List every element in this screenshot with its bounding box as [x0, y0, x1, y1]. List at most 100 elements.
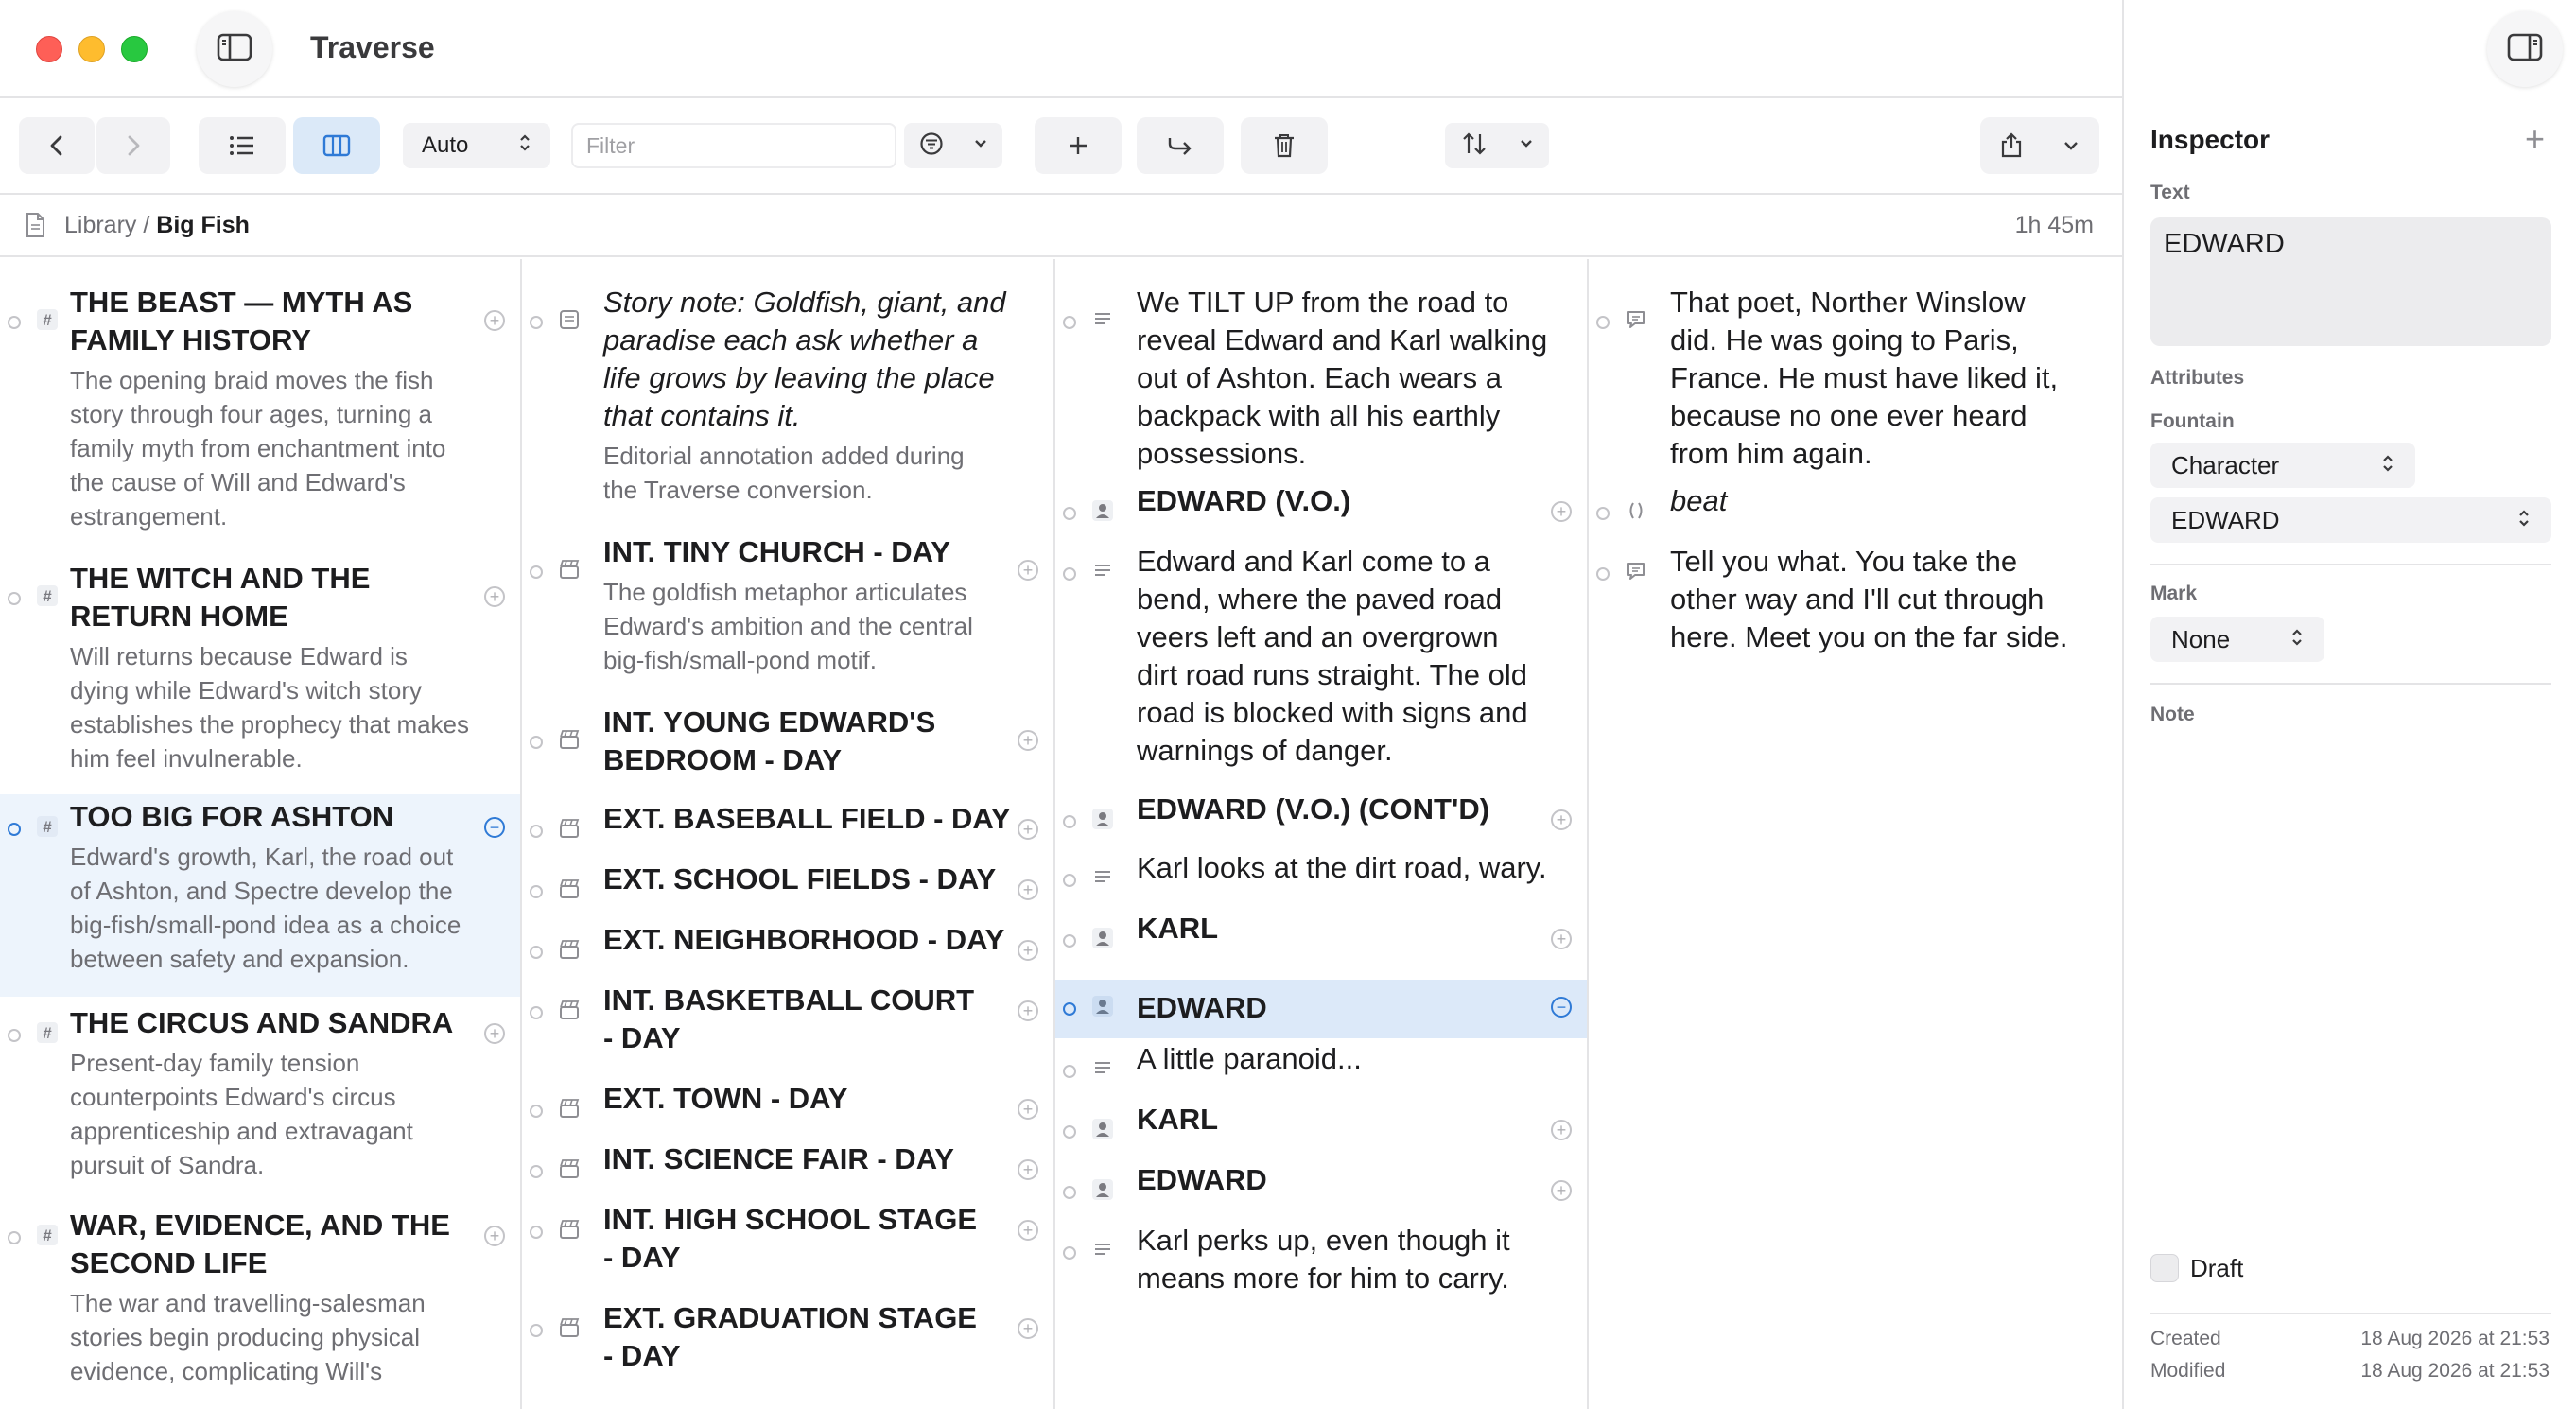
action-row[interactable]: Edward and Karl come to a bend, where th…	[1055, 545, 1587, 785]
status-circle[interactable]	[1063, 815, 1076, 828]
scene-row[interactable]: INT. BASKETBALL COURT - DAY +	[522, 983, 1053, 1080]
scene-row[interactable]: INT. TINY CHURCH - DAY The goldfish meta…	[522, 531, 1053, 683]
status-circle[interactable]	[1063, 507, 1076, 520]
status-circle[interactable]	[530, 1006, 543, 1019]
auto-select[interactable]: Auto	[403, 123, 550, 168]
scene-row[interactable]: EXT. NEIGHBORHOOD - DAY +	[522, 923, 1053, 982]
section-row[interactable]: # WAR, EVIDENCE, AND THE SECOND LIFE The…	[0, 1209, 520, 1409]
status-circle[interactable]	[8, 823, 21, 836]
status-circle[interactable]	[1596, 507, 1610, 520]
character-name-select[interactable]: EDWARD	[2150, 497, 2551, 543]
draft-checkbox[interactable]	[2150, 1254, 2179, 1282]
status-circle[interactable]	[8, 1029, 21, 1042]
dialogue-row[interactable]: Tell you what. You take the other way an…	[1589, 545, 2122, 681]
character-row[interactable]: EDWARD (V.O.) +	[1055, 484, 1587, 545]
character-row[interactable]: KARL +	[1055, 1103, 1587, 1161]
minimize-window-button[interactable]	[78, 36, 105, 62]
section-row[interactable]: # THE CIRCUS AND SANDRA Present-day fami…	[0, 1006, 520, 1197]
filter-options-button[interactable]	[904, 123, 1002, 168]
character-row[interactable]: EDWARD (V.O.) (CONT'D) +	[1055, 791, 1587, 847]
expand-button[interactable]: +	[484, 586, 505, 607]
expand-button[interactable]: +	[484, 310, 505, 331]
expand-button[interactable]: +	[1018, 560, 1038, 581]
expand-button[interactable]: +	[1018, 1000, 1038, 1021]
action-row[interactable]: A little paranoid...	[1055, 1042, 1587, 1101]
text-field[interactable]: EDWARD	[2150, 217, 2551, 346]
parenthetical-row[interactable]: beat	[1589, 484, 2122, 545]
expand-button[interactable]: +	[1018, 1099, 1038, 1120]
action-row[interactable]: Karl perks up, even though it means more…	[1055, 1224, 1587, 1320]
forward-button[interactable]	[96, 117, 170, 174]
section-row[interactable]: # THE WITCH AND THE RETURN HOME Will ret…	[0, 558, 520, 775]
note-field[interactable]	[2150, 738, 2551, 1229]
status-circle[interactable]	[1063, 1065, 1076, 1078]
scene-row[interactable]: EXT. SCHOOL FIELDS - DAY +	[522, 862, 1053, 921]
status-circle[interactable]	[1596, 567, 1610, 581]
scene-row[interactable]: EXT. BASEBALL FIELD - DAY +	[522, 802, 1053, 861]
status-circle[interactable]	[8, 592, 21, 605]
status-circle[interactable]	[530, 316, 543, 329]
status-circle[interactable]	[530, 946, 543, 959]
status-circle[interactable]	[8, 1231, 21, 1244]
mark-select[interactable]: None	[2150, 617, 2324, 662]
section-row-selected[interactable]: # TOO BIG FOR ASHTON Edward's growth, Ka…	[0, 794, 520, 997]
breadcrumb-library[interactable]: Library	[64, 212, 136, 238]
expand-button[interactable]: +	[1018, 1159, 1038, 1180]
status-circle[interactable]	[1063, 1002, 1076, 1016]
scene-row[interactable]: EXT. TOWN - DAY +	[522, 1082, 1053, 1140]
column-view-button[interactable]	[293, 117, 380, 174]
list-view-button[interactable]	[199, 117, 286, 174]
expand-button[interactable]: +	[1551, 1120, 1572, 1140]
expand-button[interactable]: +	[484, 1023, 505, 1044]
character-row-selected[interactable]: EDWARD −	[1055, 980, 1587, 1038]
element-type-select[interactable]: Character	[2150, 443, 2415, 488]
expand-button[interactable]: +	[1551, 809, 1572, 830]
note-row[interactable]: Story note: Goldfish, giant, and paradis…	[522, 282, 1053, 518]
status-circle[interactable]	[530, 825, 543, 838]
status-circle[interactable]	[530, 1226, 543, 1239]
indent-button[interactable]	[1137, 117, 1224, 174]
expand-button[interactable]: +	[1018, 1318, 1038, 1339]
dialogue-row[interactable]: That poet, Norther Winslow did. He was g…	[1589, 282, 2122, 480]
back-button[interactable]	[19, 117, 95, 174]
close-window-button[interactable]	[36, 36, 62, 62]
scene-row[interactable]: INT. YOUNG EDWARD'S BEDROOM - DAY +	[522, 702, 1053, 792]
status-circle[interactable]	[530, 1165, 543, 1178]
collapse-button[interactable]: −	[484, 817, 505, 838]
expand-button[interactable]: +	[1018, 879, 1038, 900]
expand-button[interactable]: +	[1551, 1180, 1572, 1201]
expand-button[interactable]: +	[484, 1226, 505, 1246]
share-button[interactable]	[1980, 117, 2099, 174]
add-button[interactable]	[1035, 117, 1122, 174]
status-circle[interactable]	[1063, 874, 1076, 887]
status-circle[interactable]	[1063, 1246, 1076, 1260]
status-circle[interactable]	[530, 1105, 543, 1118]
sidebar-toggle-button[interactable]	[197, 11, 272, 87]
character-row[interactable]: KARL +	[1055, 912, 1587, 970]
action-row[interactable]: We TILT UP from the road to reveal Edwar…	[1055, 282, 1587, 480]
status-circle[interactable]	[8, 316, 21, 329]
status-circle[interactable]	[1063, 316, 1076, 329]
status-circle[interactable]	[1596, 316, 1610, 329]
scene-row[interactable]: INT. SCIENCE FAIR - DAY +	[522, 1142, 1053, 1201]
status-circle[interactable]	[1063, 1186, 1076, 1199]
expand-button[interactable]: +	[1018, 819, 1038, 840]
status-circle[interactable]	[530, 885, 543, 898]
filter-input[interactable]	[571, 123, 896, 168]
scene-row[interactable]: INT. HIGH SCHOOL STAGE - DAY +	[522, 1203, 1053, 1299]
expand-button[interactable]: +	[1551, 501, 1572, 522]
character-row[interactable]: EDWARD +	[1055, 1163, 1587, 1222]
status-circle[interactable]	[1063, 934, 1076, 948]
expand-button[interactable]: +	[1551, 929, 1572, 949]
status-circle[interactable]	[530, 736, 543, 749]
expand-button[interactable]: +	[1018, 940, 1038, 961]
expand-button[interactable]: +	[1018, 1220, 1038, 1241]
scene-row[interactable]: EXT. GRADUATION STAGE - DAY +	[522, 1301, 1053, 1398]
expand-button[interactable]: +	[1018, 730, 1038, 751]
delete-button[interactable]	[1241, 117, 1328, 174]
inspector-toggle-button[interactable]	[2487, 11, 2563, 87]
status-circle[interactable]	[530, 565, 543, 579]
collapse-button[interactable]: −	[1551, 997, 1572, 1018]
action-row[interactable]: Karl looks at the dirt road, wary.	[1055, 851, 1587, 910]
zoom-window-button[interactable]	[121, 36, 148, 62]
